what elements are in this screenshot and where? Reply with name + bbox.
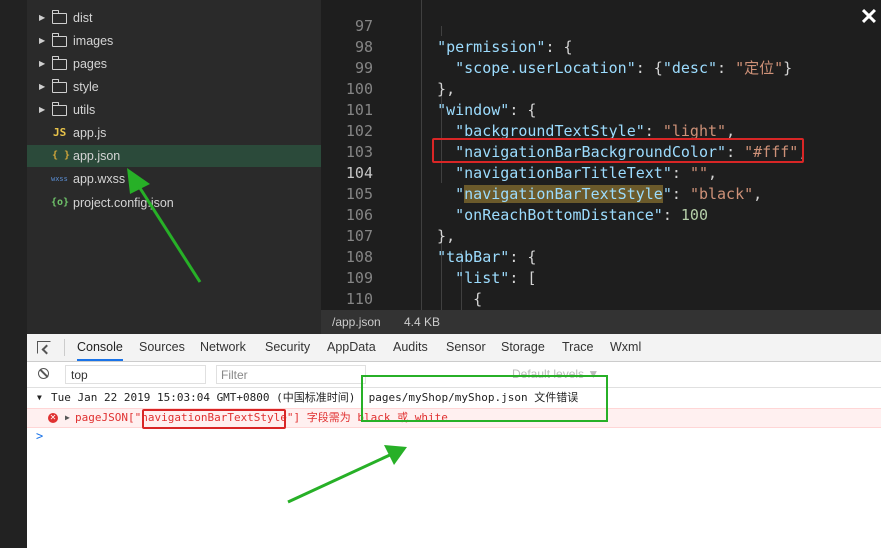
green-arrow-to-error [287, 445, 407, 504]
annotation-arrows [127, 168, 407, 504]
green-arrow-to-app-json [127, 168, 202, 283]
